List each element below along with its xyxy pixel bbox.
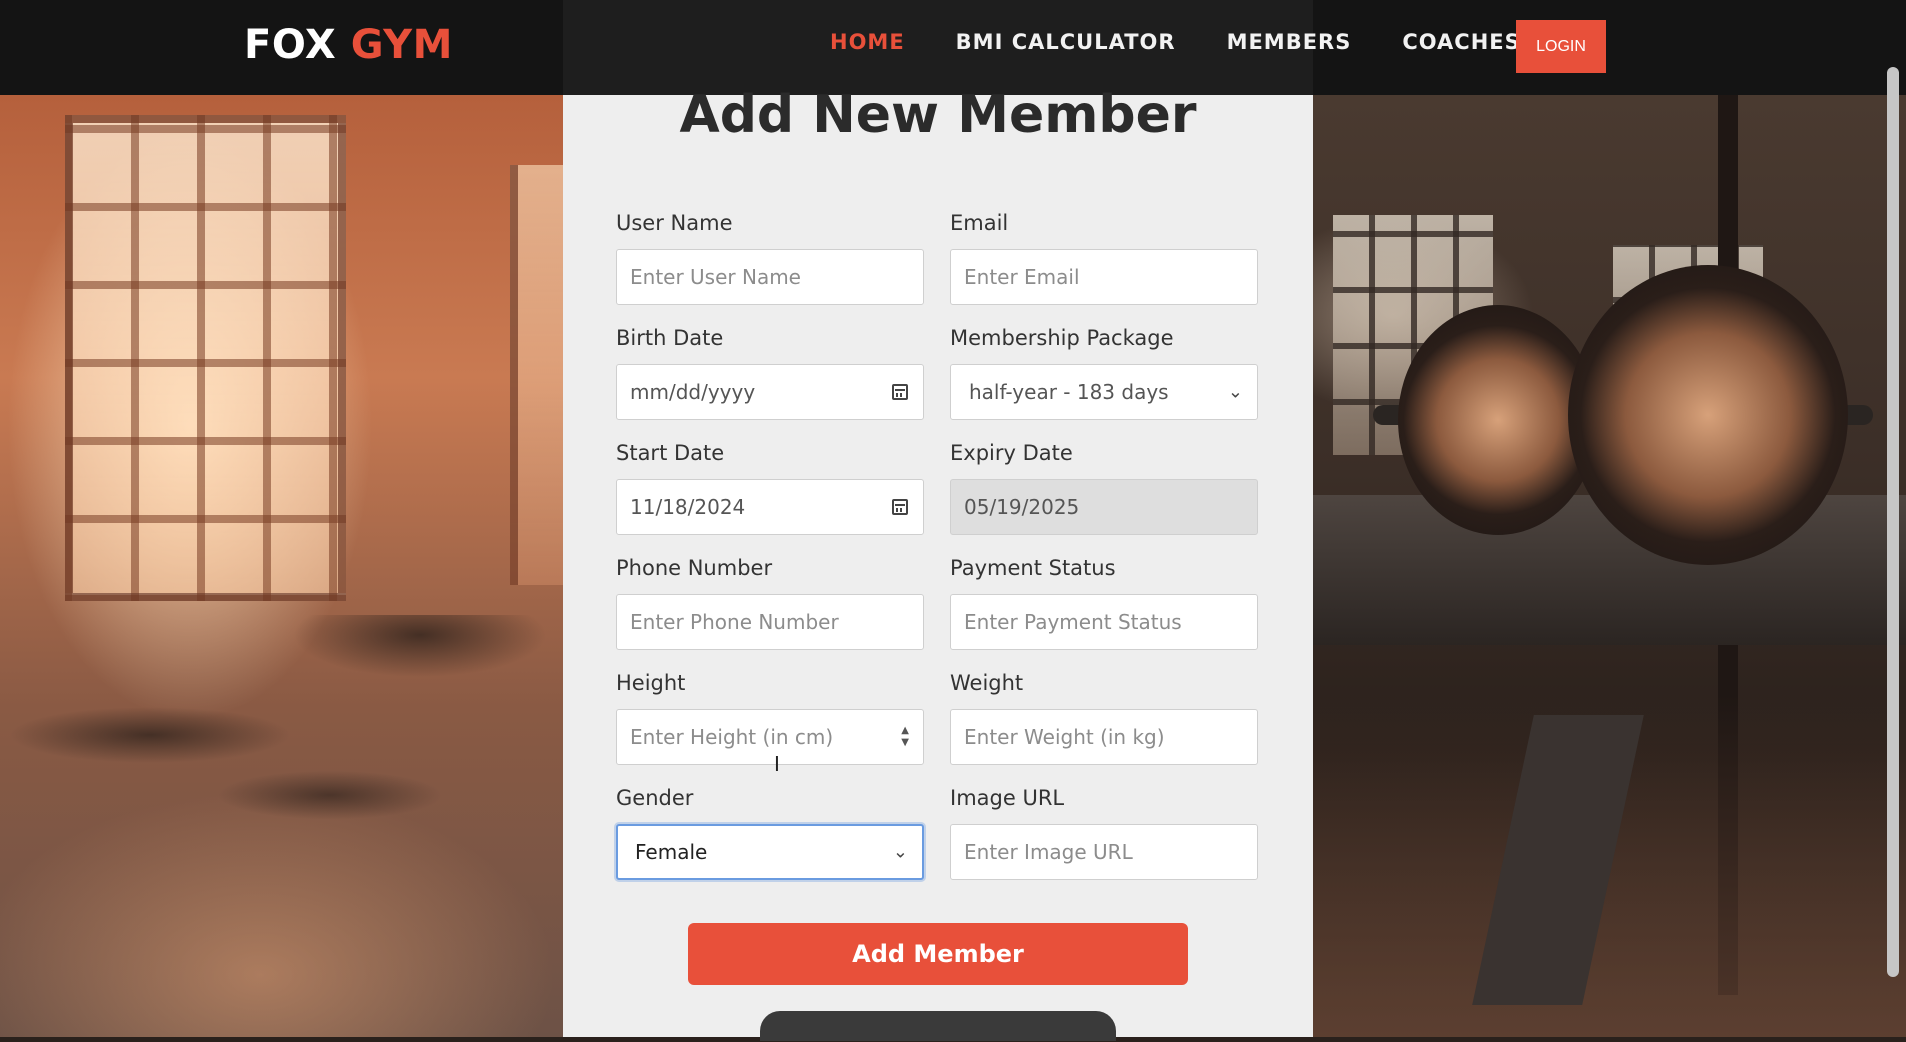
background-equipment	[0, 615, 563, 855]
chevron-down-icon: ⌄	[1227, 381, 1243, 403]
bottom-toast-bar	[760, 1011, 1116, 1041]
logo-part-fox: FOX	[244, 22, 337, 68]
height-label: Height	[616, 671, 686, 695]
nav-bmi-calculator-link[interactable]: BMI CALCULATOR	[956, 30, 1176, 54]
phone-number-input[interactable]: Enter Phone Number	[616, 594, 924, 650]
birth-date-input[interactable]: mm/dd/yyyy	[616, 364, 924, 420]
nav-links: HOME BMI CALCULATOR MEMBERS COACHES	[830, 30, 1521, 54]
navbar: FOX GYM HOME BMI CALCULATOR MEMBERS COAC…	[0, 0, 1906, 95]
gender-select[interactable]: Female ⌄	[616, 824, 924, 880]
birth-date-field-group: Birth Date mm/dd/yyyy	[616, 326, 924, 420]
gender-value: Female	[635, 840, 708, 864]
email-input[interactable]: Enter Email	[950, 249, 1258, 305]
logo-part-gym: GYM	[350, 22, 453, 68]
add-member-button[interactable]: Add Member	[688, 923, 1188, 985]
expiry-date-field-group: Expiry Date 05/19/2025	[950, 441, 1258, 535]
phone-number-label: Phone Number	[616, 556, 773, 580]
expiry-date-input: 05/19/2025	[950, 479, 1258, 535]
start-date-input[interactable]: 11/18/2024	[616, 479, 924, 535]
nav-home-link[interactable]: HOME	[830, 30, 905, 54]
nav-coaches-link[interactable]: COACHES	[1402, 30, 1520, 54]
start-date-value: 11/18/2024	[630, 495, 746, 519]
user-name-label: User Name	[616, 211, 733, 235]
start-date-field-group: Start Date 11/18/2024	[616, 441, 924, 535]
image-url-input[interactable]: Enter Image URL	[950, 824, 1258, 880]
nav-members-link[interactable]: MEMBERS	[1227, 30, 1352, 54]
expiry-date-value: 05/19/2025	[964, 495, 1080, 519]
gender-field-group: Gender Female ⌄	[616, 786, 924, 880]
chevron-down-icon: ⌄	[892, 841, 908, 863]
height-input[interactable]: Enter Height (in cm) ▲ ▼	[616, 709, 924, 765]
start-date-label: Start Date	[616, 441, 725, 465]
membership-package-select[interactable]: half-year - 183 days ⌄	[950, 364, 1258, 420]
weight-field-group: Weight Enter Weight (in kg)	[950, 671, 1258, 765]
image-url-label: Image URL	[950, 786, 1065, 810]
background-plate	[1568, 265, 1848, 565]
membership-package-field-group: Membership Package half-year - 183 days …	[950, 326, 1258, 420]
weight-input[interactable]: Enter Weight (in kg)	[950, 709, 1258, 765]
user-name-input[interactable]: Enter User Name	[616, 249, 924, 305]
membership-package-value: half-year - 183 days	[969, 380, 1169, 404]
logo[interactable]: FOX GYM	[244, 22, 453, 68]
number-spinner-icon[interactable]: ▲ ▼	[901, 725, 909, 749]
text-cursor-icon: I	[774, 752, 780, 776]
payment-status-field-group: Payment Status Enter Payment Status	[950, 556, 1258, 650]
height-placeholder: Enter Height (in cm)	[630, 725, 834, 749]
birth-date-label: Birth Date	[616, 326, 724, 350]
email-field-group: Email Enter Email	[950, 211, 1258, 305]
weight-label: Weight	[950, 671, 1024, 695]
user-name-field-group: User Name Enter User Name	[616, 211, 924, 305]
add-member-form-panel: Add New Member User Name Enter User Name…	[563, 85, 1313, 1041]
birth-date-value: mm/dd/yyyy	[630, 380, 756, 404]
login-button[interactable]: LOGIN	[1516, 20, 1606, 73]
calendar-icon[interactable]	[892, 384, 908, 400]
membership-package-label: Membership Package	[950, 326, 1174, 350]
background-right-gym-photo	[1313, 95, 1906, 1037]
background-window	[510, 165, 568, 585]
email-label: Email	[950, 211, 1009, 235]
scrollbar-thumb[interactable]	[1887, 67, 1899, 977]
background-window	[65, 115, 346, 601]
gender-label: Gender	[616, 786, 694, 810]
height-field-group: Height Enter Height (in cm) ▲ ▼	[616, 671, 924, 765]
background-left-gym-photo	[0, 95, 568, 1037]
payment-status-label: Payment Status	[950, 556, 1116, 580]
expiry-date-label: Expiry Date	[950, 441, 1073, 465]
page-title: Add New Member	[679, 85, 1197, 145]
payment-status-input[interactable]: Enter Payment Status	[950, 594, 1258, 650]
phone-number-field-group: Phone Number Enter Phone Number	[616, 556, 924, 650]
page-scrollbar[interactable]	[1884, 55, 1902, 1042]
image-url-field-group: Image URL Enter Image URL	[950, 786, 1258, 880]
calendar-icon[interactable]	[892, 499, 908, 515]
